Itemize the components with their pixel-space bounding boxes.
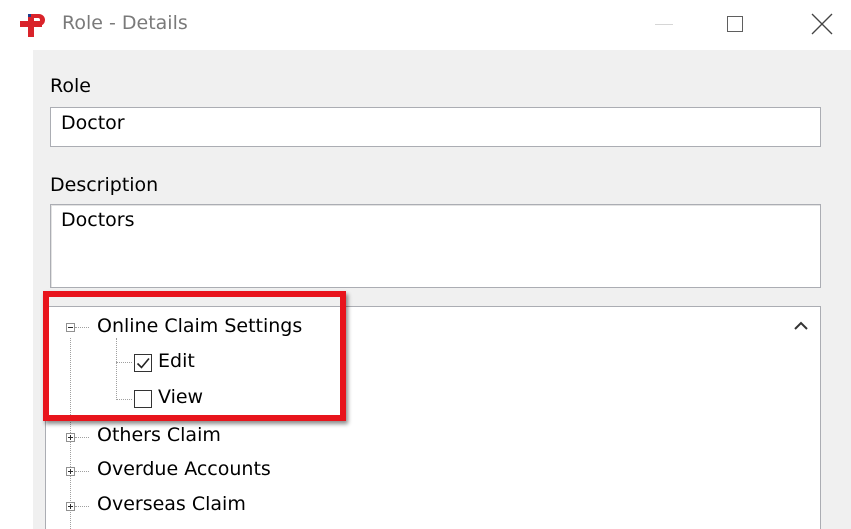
- role-input[interactable]: Doctor: [50, 107, 821, 147]
- tree-node-others-claim[interactable]: Others Claim: [97, 424, 221, 446]
- tree-connector: [75, 437, 89, 438]
- window-title: Role - Details: [62, 12, 188, 34]
- tree-connector: [75, 506, 89, 507]
- expand-icon[interactable]: [66, 502, 75, 511]
- maximize-button[interactable]: [727, 16, 743, 32]
- minimize-button[interactable]: [655, 24, 673, 25]
- expand-icon[interactable]: [66, 467, 75, 476]
- description-label: Description: [50, 174, 159, 196]
- scroll-up-icon[interactable]: [786, 310, 816, 340]
- app-logo-icon: [20, 14, 45, 37]
- tree-node-overdue-accounts[interactable]: Overdue Accounts: [97, 458, 271, 480]
- tree-node-overseas-claim[interactable]: Overseas Claim: [97, 493, 246, 515]
- role-label: Role: [50, 75, 91, 97]
- highlight-annotation: [43, 291, 346, 421]
- close-icon[interactable]: [810, 12, 834, 36]
- tree-connector: [75, 471, 89, 472]
- description-textarea[interactable]: Doctors: [50, 204, 821, 288]
- title-bar: Role - Details: [0, 0, 851, 50]
- expand-icon[interactable]: [66, 433, 75, 442]
